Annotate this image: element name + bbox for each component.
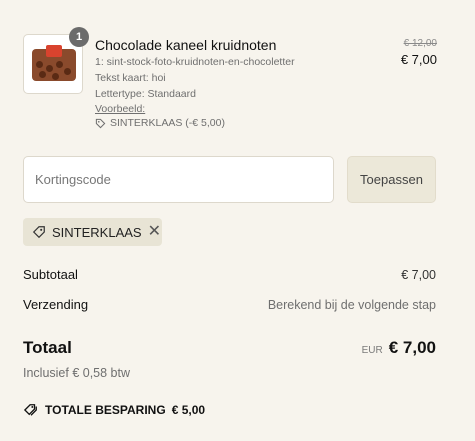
apply-button[interactable]: Toepassen bbox=[347, 156, 436, 203]
product-card-text: Tekst kaart: hoi bbox=[95, 72, 166, 84]
product-title: Chocolade kaneel kruidnoten bbox=[95, 37, 277, 53]
subtotal-label: Subtotaal bbox=[23, 267, 78, 282]
product-label-graphic bbox=[46, 45, 62, 57]
tag-icon bbox=[32, 226, 45, 239]
subtotal-row: Subtotaal € 7,00 bbox=[23, 267, 436, 282]
product-variant: 1: sint-stock-foto-kruidnoten-en-chocole… bbox=[95, 56, 295, 68]
price-current: € 7,00 bbox=[400, 52, 437, 67]
close-icon[interactable]: ✕ bbox=[148, 224, 161, 240]
product-discount-label: SINTERKLAAS (-€ 5,00) bbox=[110, 117, 225, 129]
quantity-badge: 1 bbox=[69, 27, 89, 47]
product-font: Lettertype: Standaard bbox=[95, 88, 196, 100]
tags-icon bbox=[23, 404, 37, 416]
preview-link[interactable]: Voorbeeld: bbox=[95, 102, 355, 116]
product-prices: € 12,00 € 7,00 bbox=[401, 37, 437, 69]
product-details: Chocolade kaneel kruidnoten 1: sint-stoc… bbox=[95, 36, 355, 130]
total-savings: TOTALE BESPARING € 5,00 bbox=[23, 403, 205, 417]
applied-discount-chip: SINTERKLAAS ✕ bbox=[23, 218, 162, 246]
price-original: € 12,00 bbox=[403, 38, 437, 49]
subtotal-value: € 7,00 bbox=[401, 268, 436, 282]
total-label: Totaal bbox=[23, 338, 72, 357]
applied-discount-code: SINTERKLAAS bbox=[52, 224, 142, 240]
savings-label: TOTALE BESPARING bbox=[45, 403, 166, 417]
vat-note: Inclusief € 0,58 btw bbox=[23, 366, 131, 380]
currency-code: EUR bbox=[361, 345, 383, 356]
total-value: € 7,00 bbox=[388, 338, 436, 357]
product-discount: SINTERKLAAS (-€ 5,00) bbox=[95, 116, 355, 130]
shipping-label: Verzending bbox=[23, 297, 89, 312]
total-amount: EUR € 7,00 bbox=[362, 338, 436, 358]
cart-line-item: 1 Chocolade kaneel kruidnoten 1: sint-st… bbox=[23, 27, 437, 144]
savings-value: € 5,00 bbox=[171, 403, 206, 417]
shipping-value: Berekend bij de volgende stap bbox=[267, 298, 436, 312]
tag-icon bbox=[95, 118, 106, 128]
shipping-row: Verzending Berekend bij de volgende stap bbox=[23, 297, 436, 312]
discount-code-input[interactable] bbox=[23, 156, 334, 203]
total-row: Totaal EUR € 7,00 bbox=[23, 338, 436, 358]
